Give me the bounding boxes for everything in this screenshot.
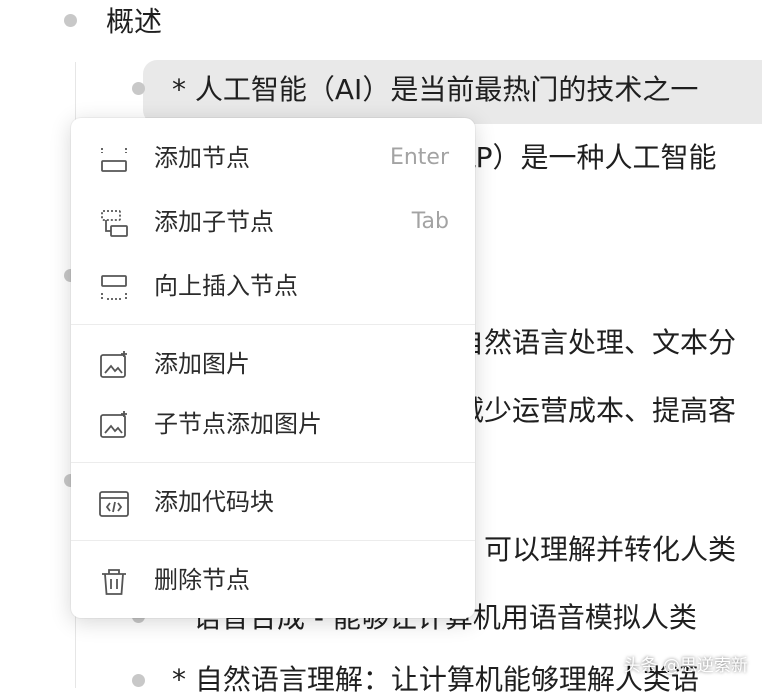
menu-divider: [71, 324, 475, 325]
menu-item-delete-node[interactable]: 删除节点: [71, 550, 475, 610]
node-bullet[interactable]: [64, 14, 77, 27]
node-text[interactable]: 自然语言处理、文本分: [456, 323, 736, 363]
menu-item-label: 添加图片: [154, 350, 250, 378]
node-bullet[interactable]: [132, 674, 145, 687]
shortcut-hint: Enter: [389, 145, 449, 170]
menu-item-add-code-block[interactable]: 添加代码块: [71, 472, 475, 532]
menu-item-label: 添加代码块: [154, 488, 274, 516]
menu-item-add-child-node[interactable]: 添加子节点 Tab: [71, 192, 475, 252]
context-menu: 添加节点 Enter 添加子节点 Tab 向上插入节点 添加图片 子节点添加图片…: [71, 118, 475, 618]
menu-item-label: 向上插入节点: [154, 272, 298, 300]
insert-above-icon: [97, 271, 131, 305]
watermark: 头条 @思逆索新: [623, 656, 748, 676]
menu-divider: [71, 540, 475, 541]
image-icon: [97, 349, 131, 383]
menu-item-label: 子节点添加图片: [154, 410, 322, 438]
node-bullet[interactable]: [132, 82, 145, 95]
menu-item-child-add-image[interactable]: 子节点添加图片: [71, 394, 475, 454]
node-text[interactable]: 减少运营成本、提高客: [456, 391, 736, 431]
node-title[interactable]: 概述: [106, 2, 162, 42]
menu-item-label: 删除节点: [154, 566, 250, 594]
add-child-node-icon: [97, 207, 131, 241]
menu-item-label: 添加节点: [154, 144, 250, 172]
menu-item-add-node[interactable]: 添加节点 Enter: [71, 128, 475, 188]
menu-item-label: 添加子节点: [154, 208, 274, 236]
trash-icon: [97, 565, 131, 599]
code-block-icon: [97, 487, 131, 521]
node-text[interactable]: * 自然语言理解：让计算机能够理解人类语: [172, 660, 699, 700]
child-image-icon: [97, 409, 131, 443]
menu-divider: [71, 462, 475, 463]
menu-item-insert-above[interactable]: 向上插入节点: [71, 256, 475, 316]
shortcut-hint: Tab: [411, 209, 449, 234]
node-text[interactable]: * 人工智能（AI）是当前最热门的技术之一: [172, 70, 698, 110]
node-text[interactable]: LP）是一种人工智能: [460, 138, 717, 178]
node-text[interactable]: ，可以理解并转化人类: [456, 530, 736, 570]
menu-item-add-image[interactable]: 添加图片: [71, 334, 475, 394]
add-node-icon: [97, 143, 131, 177]
